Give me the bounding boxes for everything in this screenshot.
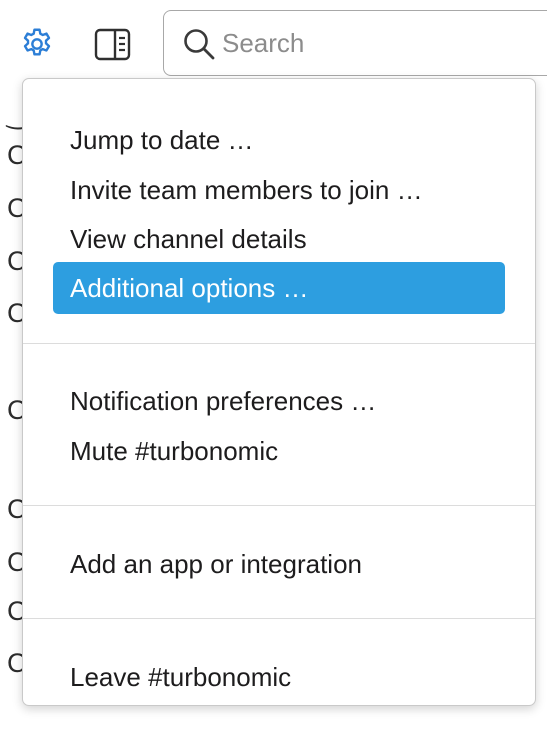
menu-divider: [23, 343, 535, 344]
channel-view: ‿ C C C C C C C C C Jump to date … Invit…: [0, 0, 547, 734]
menu-item-notification-preferences[interactable]: Notification preferences …: [53, 375, 505, 427]
channel-settings-button[interactable]: [19, 26, 55, 62]
menu-divider: [23, 618, 535, 619]
menu-divider: [23, 505, 535, 506]
channel-actions-menu: Jump to date … Invite team members to jo…: [22, 78, 536, 706]
search-input[interactable]: [222, 25, 522, 61]
search-icon: [184, 29, 215, 60]
menu-item-mute-channel[interactable]: Mute #turbonomic: [53, 425, 505, 477]
menu-item-jump-to-date[interactable]: Jump to date …: [53, 114, 505, 166]
toggle-details-panel-button[interactable]: [94, 28, 132, 62]
menu-item-view-channel-details[interactable]: View channel details: [53, 213, 505, 265]
menu-item-invite-team-members[interactable]: Invite team members to join …: [53, 164, 505, 216]
menu-item-leave-channel[interactable]: Leave #turbonomic: [53, 651, 505, 703]
gear-icon: [23, 28, 51, 56]
menu-item-additional-options[interactable]: Additional options …: [53, 262, 505, 314]
menu-item-add-app-or-integration[interactable]: Add an app or integration: [53, 538, 505, 590]
search-box[interactable]: [163, 10, 547, 76]
sidebar-panel-icon: [94, 28, 131, 61]
